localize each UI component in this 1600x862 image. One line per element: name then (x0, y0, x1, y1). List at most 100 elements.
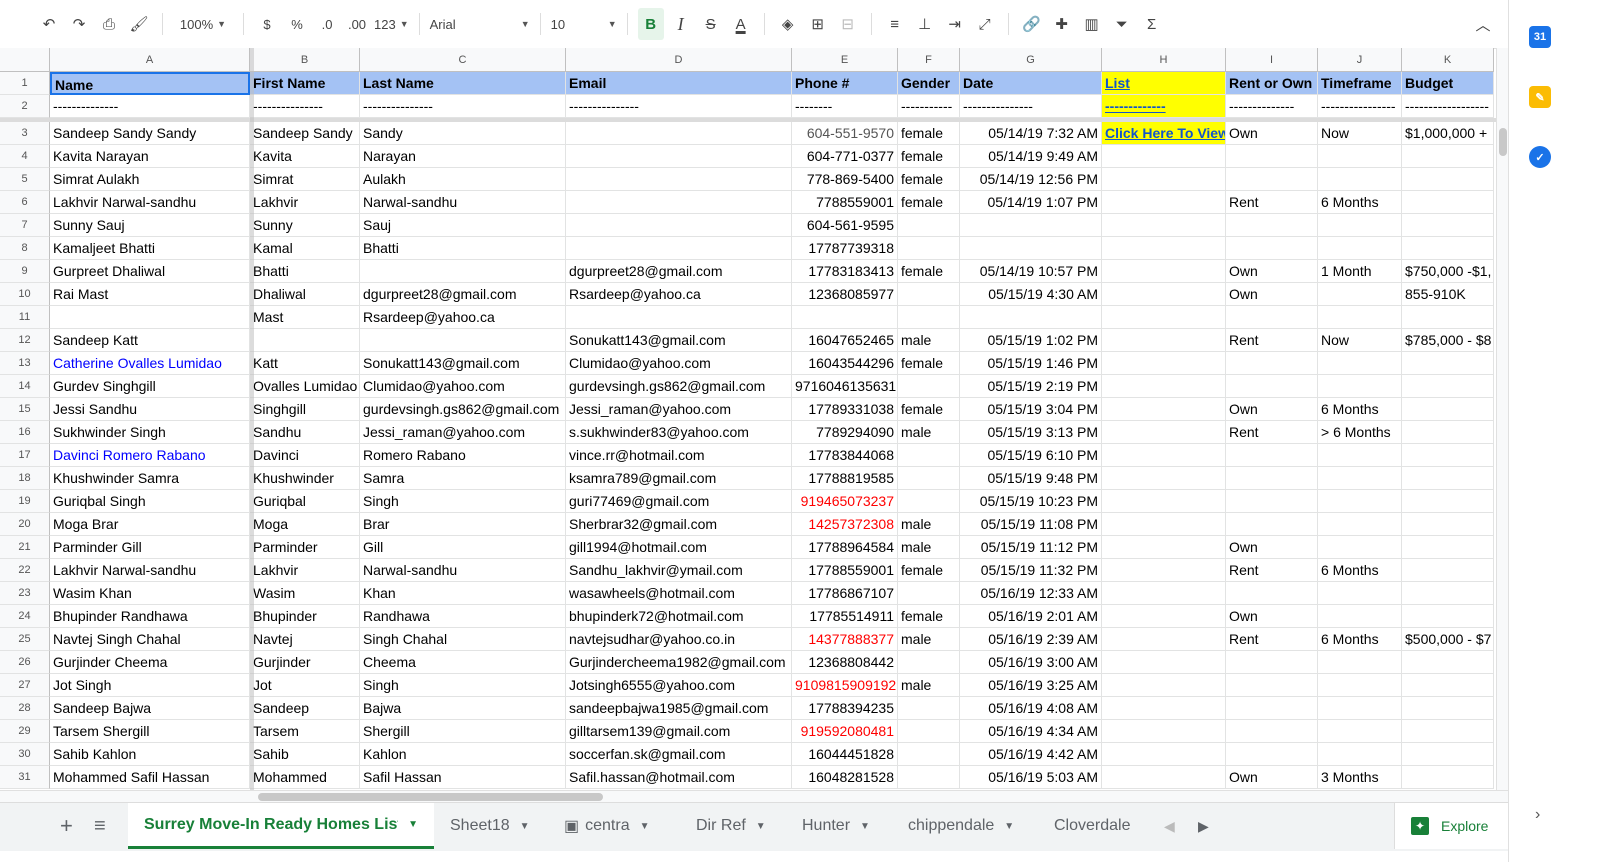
cell-phone[interactable]: 7789294090 (792, 421, 898, 444)
cell-rent-own[interactable]: Own (1226, 536, 1318, 559)
row-header[interactable]: 11 (0, 306, 50, 329)
cell-last-name[interactable]: Bhatti (360, 237, 566, 260)
cell-first-name[interactable]: Sahib (250, 743, 360, 766)
cell-phone[interactable]: 604-771-0377 (792, 145, 898, 168)
cell-last-name[interactable]: Gill (360, 536, 566, 559)
cell-date[interactable]: 05/15/19 11:32 PM (960, 559, 1102, 582)
cell-timeframe[interactable] (1318, 697, 1402, 720)
cell-first-name[interactable]: Wasim (250, 582, 360, 605)
cell-budget[interactable]: ------------------ (1402, 95, 1494, 118)
cell-first-name[interactable]: Simrat (250, 168, 360, 191)
cell-last-name[interactable]: Sauj (360, 214, 566, 237)
cell-date[interactable]: --------------- (960, 95, 1102, 118)
comment-icon[interactable]: ✚ (1049, 8, 1075, 40)
cell-first-name[interactable]: Tarsem (250, 720, 360, 743)
cell-timeframe[interactable] (1318, 168, 1402, 191)
text-color-button[interactable]: A (728, 8, 754, 40)
cell-rent-own[interactable] (1226, 237, 1318, 260)
cell-budget[interactable] (1402, 697, 1494, 720)
cell-email[interactable]: bhupinderk72@hotmail.com (566, 605, 792, 628)
cell-timeframe[interactable]: 6 Months (1318, 628, 1402, 651)
cell-email[interactable] (566, 237, 792, 260)
cell-list[interactable] (1102, 329, 1226, 352)
cell-email[interactable]: Gurjindercheema1982@gmail.com (566, 651, 792, 674)
row-header[interactable]: 21 (0, 536, 50, 559)
cell-date[interactable] (960, 306, 1102, 329)
cell-first-name[interactable]: Kamal (250, 237, 360, 260)
merge-cells-icon[interactable]: ⊟ (835, 8, 861, 40)
cell-email[interactable]: Sandhu_lakhvir@ymail.com (566, 559, 792, 582)
cell-email[interactable]: vince.rr@hotmail.com (566, 444, 792, 467)
row-header[interactable]: 4 (0, 145, 50, 168)
cell-name[interactable]: Sunny Sauj (50, 214, 250, 237)
cell-gender[interactable]: female (898, 145, 960, 168)
header-cell-last-name[interactable]: Last Name (360, 72, 566, 95)
row-header[interactable]: 15 (0, 398, 50, 421)
cell-phone[interactable]: 919465073237 (792, 490, 898, 513)
cell-name[interactable]: Moga Brar (50, 513, 250, 536)
cell-budget[interactable] (1402, 720, 1494, 743)
cell-budget[interactable] (1402, 237, 1494, 260)
row-header[interactable]: 30 (0, 743, 50, 766)
frozen-column-divider[interactable] (250, 48, 254, 790)
frozen-row-divider[interactable] (0, 118, 1496, 122)
sheet-tab[interactable]: Surrey Move-In Ready Homes List ▼ (128, 803, 434, 849)
cell-last-name[interactable]: Sandy (360, 122, 566, 145)
cell-list[interactable] (1102, 743, 1226, 766)
cell-date[interactable]: 05/16/19 4:34 AM (960, 720, 1102, 743)
cell-gender[interactable] (898, 306, 960, 329)
cell-rent-own[interactable]: Own (1226, 398, 1318, 421)
cell-rent-own[interactable]: Rent (1226, 329, 1318, 352)
header-cell-email[interactable]: Email (566, 72, 792, 95)
cell-timeframe[interactable] (1318, 720, 1402, 743)
cell-email[interactable]: Clumidao@yahoo.com (566, 352, 792, 375)
sheet-tab[interactable]: chippendale ▼ (892, 803, 1038, 849)
cell-timeframe[interactable] (1318, 214, 1402, 237)
cell-list[interactable] (1102, 536, 1226, 559)
undo-icon[interactable]: ↶ (36, 8, 62, 40)
cell-timeframe[interactable]: 6 Months (1318, 191, 1402, 214)
valign-icon[interactable]: ⊥ (912, 8, 938, 40)
sheet-tab[interactable]: Dir Ref ▼ (680, 803, 786, 849)
cell-phone[interactable]: 17788819585 (792, 467, 898, 490)
column-header-b[interactable]: B (250, 48, 360, 72)
cell-name[interactable]: Mohammed Safil Hassan (50, 766, 250, 789)
cell-list[interactable] (1102, 582, 1226, 605)
cell-last-name[interactable]: Aulakh (360, 168, 566, 191)
cell-last-name[interactable]: Narwal-sandhu (360, 559, 566, 582)
scroll-thumb[interactable] (258, 793, 603, 801)
row-header[interactable]: 9 (0, 260, 50, 283)
cell-rent-own[interactable] (1226, 582, 1318, 605)
column-header-i[interactable]: I (1226, 48, 1318, 72)
cell-first-name[interactable]: Parminder (250, 536, 360, 559)
cell-list[interactable] (1102, 260, 1226, 283)
cell-budget[interactable] (1402, 168, 1494, 191)
cell-list[interactable] (1102, 513, 1226, 536)
cell-name[interactable]: Sandeep Bajwa (50, 697, 250, 720)
cell-name[interactable]: -------------- (50, 95, 250, 118)
cell-first-name[interactable]: Lakhvir (250, 559, 360, 582)
cell-date[interactable]: 05/16/19 12:33 AM (960, 582, 1102, 605)
cell-list[interactable] (1102, 421, 1226, 444)
cell-timeframe[interactable]: 3 Months (1318, 766, 1402, 789)
cell-name[interactable]: Gurjinder Cheema (50, 651, 250, 674)
row-header[interactable]: 27 (0, 674, 50, 697)
cell-name[interactable]: Gurdev Singhgill (50, 375, 250, 398)
cell-last-name[interactable]: Narwal-sandhu (360, 191, 566, 214)
cell-first-name[interactable]: Katt (250, 352, 360, 375)
header-cell-gender[interactable]: Gender (898, 72, 960, 95)
header-cell-name[interactable]: Name (50, 72, 250, 95)
cell-first-name[interactable]: Lakhvir (250, 191, 360, 214)
cell-gender[interactable]: male (898, 674, 960, 697)
cell-name[interactable]: Khushwinder Samra (50, 467, 250, 490)
cell-list[interactable] (1102, 375, 1226, 398)
row-header[interactable]: 19 (0, 490, 50, 513)
cell-email[interactable]: soccerfan.sk@gmail.com (566, 743, 792, 766)
cell-email[interactable]: Rsardeep@yahoo.ca (566, 283, 792, 306)
cell-gender[interactable]: female (898, 559, 960, 582)
cell-date[interactable]: 05/15/19 10:23 PM (960, 490, 1102, 513)
cell-list[interactable] (1102, 145, 1226, 168)
cell-email[interactable]: Sherbrar32@gmail.com (566, 513, 792, 536)
cell-first-name[interactable]: Moga (250, 513, 360, 536)
cell-timeframe[interactable]: 6 Months (1318, 398, 1402, 421)
